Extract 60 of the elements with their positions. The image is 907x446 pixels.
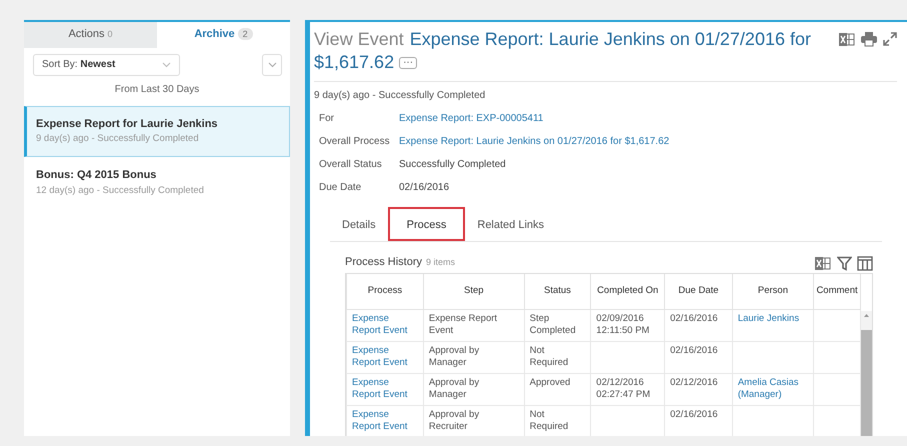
table-cell: Expense Report Event [423, 310, 524, 342]
column-header[interactable]: Step [423, 274, 524, 310]
table-cell: Not Required [524, 342, 591, 374]
columns-icon[interactable] [857, 256, 873, 270]
section-title: Process History [345, 256, 422, 268]
column-header[interactable]: Comment [814, 274, 860, 310]
table-cell: 02/09/2016 12:11:50 PM [590, 310, 665, 342]
table-cell: Approved [524, 374, 591, 406]
list-item[interactable]: Bonus: Q4 2015 Bonus 12 day(s) ago - Successfully Completed [24, 157, 290, 209]
count-label: 0 [108, 29, 113, 39]
item-status: 9 day(s) ago - Successfully Completed [36, 132, 200, 146]
link-cell[interactable]: Expense Report Event [346, 406, 424, 436]
tab[interactable]: Details [330, 207, 388, 241]
link-cell[interactable]: Amelia Casias (Manager) [732, 374, 814, 406]
column-header[interactable]: Process [346, 274, 424, 310]
item-title: Bonus: Q4 2015 Bonus [36, 168, 158, 184]
field-value: Successfully Completed [399, 158, 507, 172]
column-header[interactable]: Status [524, 274, 591, 310]
status-text: 9 day(s) ago - Successfully Completed [314, 89, 486, 103]
column-header[interactable]: Due Date [664, 274, 732, 310]
page-title: View Event Expense Report: Laurie Jenkins on 01/27/2016 for $1,617.62 ··· [314, 28, 812, 74]
count-badge: 2 [238, 28, 253, 40]
sidebar-tab[interactable]: Actions 0 [24, 22, 157, 48]
table-cell: 02/16/2016 [664, 310, 732, 342]
field-value-link[interactable]: Expense Report: EXP-00005411 [399, 111, 897, 126]
date-range-label: From Last 30 Days [114, 82, 200, 96]
expand-icon[interactable] [883, 32, 897, 46]
table-cell: Approval by Manager [423, 374, 524, 406]
chevron-down-icon [268, 62, 276, 68]
chevron-down-icon [162, 62, 171, 68]
item-status: 12 day(s) ago - Successfully Completed [36, 184, 205, 198]
table-cell: 02/12/2016 02:27:47 PM [590, 374, 665, 406]
table-cell: Approval by Manager [423, 342, 524, 374]
excel-icon[interactable] [839, 32, 855, 47]
link-cell[interactable]: Laurie Jenkins [732, 310, 814, 342]
field-label: For [319, 112, 335, 126]
link-cell[interactable]: Expense Report Event [346, 310, 424, 342]
table-cell: 02/12/2016 [664, 374, 732, 406]
item-title: Expense Report for Laurie Jenkins [36, 116, 219, 132]
field-label: Overall Status [319, 158, 383, 172]
link-cell[interactable]: Expense Report Event [346, 342, 424, 374]
sort-dropdown[interactable]: Sort By: Newest [33, 54, 180, 76]
table-cell: Step Completed [524, 310, 591, 342]
field-label: Due Date [319, 181, 362, 195]
field-value-link[interactable]: Expense Report: Laurie Jenkins on 01/27/2016 for $1,617.62 [399, 134, 897, 149]
more-button[interactable]: ··· [399, 57, 418, 70]
list-item[interactable]: Expense Report for Laurie Jenkins 9 day(s) ago - Successfully Completed [24, 106, 290, 158]
field-value: 02/16/2016 [399, 181, 450, 195]
filter-icon[interactable] [836, 256, 852, 270]
print-icon[interactable] [861, 32, 877, 47]
column-header[interactable]: Person [732, 274, 814, 310]
field-label: Overall Process [319, 135, 391, 149]
column-header[interactable]: Completed On [590, 274, 665, 310]
item-count: 9 items [426, 257, 456, 267]
excel-icon[interactable] [815, 256, 831, 270]
scrollbar[interactable] [861, 310, 872, 436]
link-cell[interactable]: Expense Report Event [346, 374, 424, 406]
tab[interactable]: Process [388, 207, 466, 241]
table-cell: 02/16/2016 [664, 342, 732, 374]
tab[interactable]: Related Links [465, 207, 556, 241]
